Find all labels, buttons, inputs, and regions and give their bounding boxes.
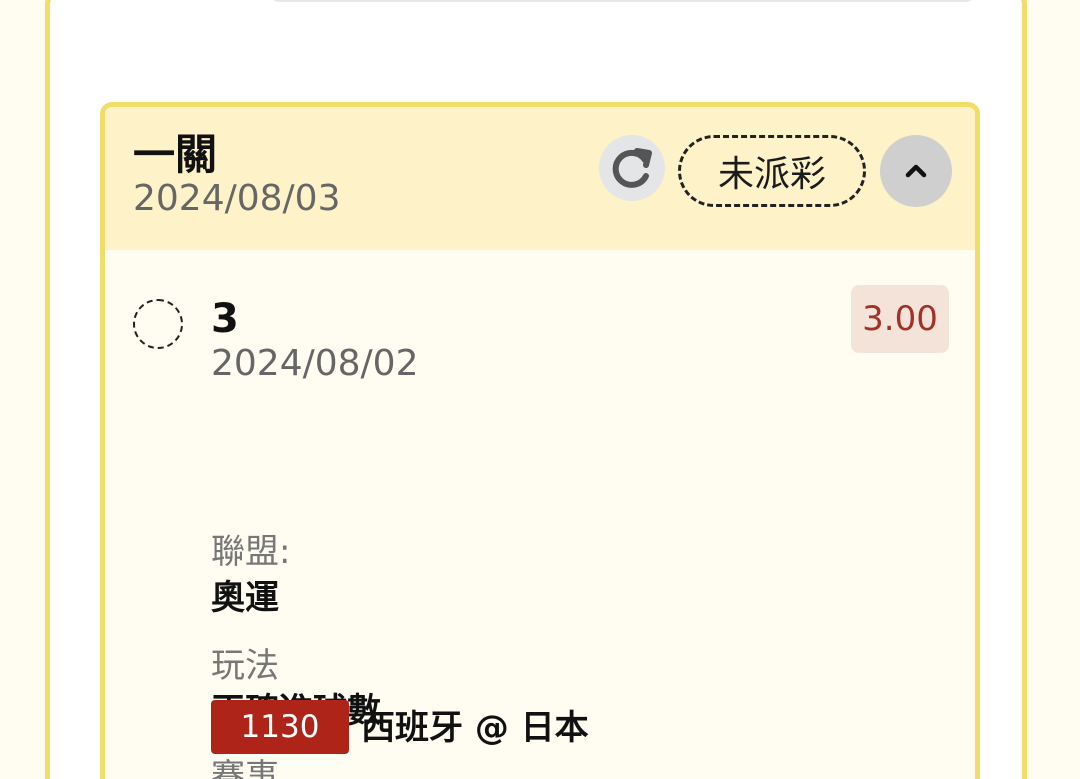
refresh-button[interactable]: [599, 135, 665, 201]
match-name: 西班牙 @ 日本: [361, 708, 589, 748]
payout-status-badge: 未派彩: [678, 135, 866, 207]
league-label: 聯盟:: [211, 532, 291, 572]
league-value: 奧運: [211, 578, 279, 618]
bet-card: 一關 2024/08/03 未派彩 3 2024/08/02 3.00 聯盟:: [100, 102, 980, 779]
selection-value: 3: [211, 296, 239, 342]
event-label: 賽事: [211, 757, 279, 779]
top-input-edge: [268, 0, 977, 2]
bet-date: 2024/08/03: [133, 178, 341, 219]
bet-history-page: 一關 2024/08/03 未派彩 3 2024/08/02 3.00 聯盟:: [0, 0, 1080, 779]
selection-date: 2024/08/02: [211, 343, 419, 384]
collapse-button[interactable]: [880, 135, 952, 207]
play-label: 玩法: [211, 646, 279, 686]
bet-card-header: 一關 2024/08/03 未派彩: [105, 107, 975, 250]
refresh-icon: [612, 148, 652, 188]
odds-badge: 3.00: [851, 285, 949, 353]
match-code-badge: 1130: [211, 700, 349, 754]
chevron-up-icon: [905, 164, 927, 178]
dashed-radio-icon[interactable]: [133, 299, 183, 349]
bet-type: 一關: [133, 130, 218, 179]
